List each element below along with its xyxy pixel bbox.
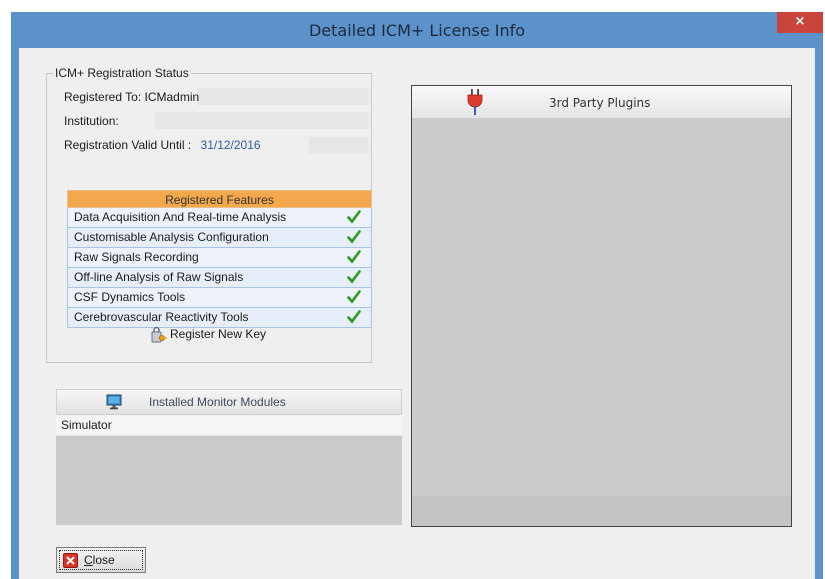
feature-row: Data Acquisition And Real-time Analysis xyxy=(67,208,372,228)
features-header: Registered Features xyxy=(67,190,372,208)
window-title: Detailed ICM+ License Info xyxy=(308,21,526,40)
register-new-key-button[interactable]: Register New Key xyxy=(149,324,266,344)
valid-until-field-bg xyxy=(309,137,369,154)
key-lock-icon xyxy=(151,326,167,343)
feature-label: CSF Dynamics Tools xyxy=(74,290,186,304)
check-icon xyxy=(347,290,361,304)
feature-label: Data Acquisition And Real-time Analysis xyxy=(74,210,287,224)
monitor-modules-title: Installed Monitor Modules xyxy=(149,395,286,409)
plug-icon xyxy=(467,89,483,115)
monitor-modules-list[interactable]: Simulator xyxy=(56,415,402,525)
feature-row: CSF Dynamics Tools xyxy=(67,288,372,308)
check-icon xyxy=(347,230,361,244)
dialog-client-area: ICM+ Registration Status Registered To: … xyxy=(19,48,815,579)
registration-group-title: ICM+ Registration Status xyxy=(53,66,191,80)
feature-row: Raw Signals Recording xyxy=(67,248,372,268)
close-x-icon xyxy=(63,553,78,568)
check-icon xyxy=(347,270,361,284)
plugins-header: 3rd Party Plugins xyxy=(412,86,791,118)
plugins-footer xyxy=(412,496,791,526)
check-icon xyxy=(347,210,361,224)
features-list: Data Acquisition And Real-time Analysis C… xyxy=(67,208,372,328)
register-new-key-label: Register New Key xyxy=(170,327,267,341)
feature-label: Off-line Analysis of Raw Signals xyxy=(74,270,244,284)
license-info-window: Detailed ICM+ License Info × ICM+ Regist… xyxy=(11,12,823,579)
registered-to-field-bg xyxy=(197,88,369,105)
feature-label: Cerebrovascular Reactivity Tools xyxy=(74,310,249,324)
valid-until-row: Registration Valid Until : 31/12/2016 xyxy=(64,136,261,155)
feature-label: Raw Signals Recording xyxy=(74,250,199,264)
registered-to-text: Registered To: ICMadmin xyxy=(64,90,200,104)
registered-features-table: Registered Features Data Acquisition And… xyxy=(67,190,372,328)
monitor-modules-header: Installed Monitor Modules xyxy=(56,389,402,415)
feature-row: Off-line Analysis of Raw Signals xyxy=(67,268,372,288)
valid-until-value: 31/12/2016 xyxy=(200,138,261,152)
close-button-label: Close xyxy=(84,553,115,567)
feature-label: Customisable Analysis Configuration xyxy=(74,230,269,244)
close-button[interactable]: Close xyxy=(56,547,146,573)
check-icon xyxy=(347,250,361,264)
institution-label: Institution: xyxy=(64,114,119,128)
feature-row: Customisable Analysis Configuration xyxy=(67,228,372,248)
institution-field-bg xyxy=(155,112,369,129)
check-icon xyxy=(347,310,361,324)
plugins-title: 3rd Party Plugins xyxy=(549,96,651,110)
third-party-plugins-panel: 3rd Party Plugins xyxy=(411,85,792,527)
monitor-module-item[interactable]: Simulator xyxy=(56,415,402,436)
title-bar[interactable]: Detailed ICM+ License Info × xyxy=(11,12,823,48)
monitor-icon xyxy=(106,394,122,410)
valid-until-label: Registration Valid Until : xyxy=(64,138,192,152)
window-close-button[interactable]: × xyxy=(777,12,823,33)
